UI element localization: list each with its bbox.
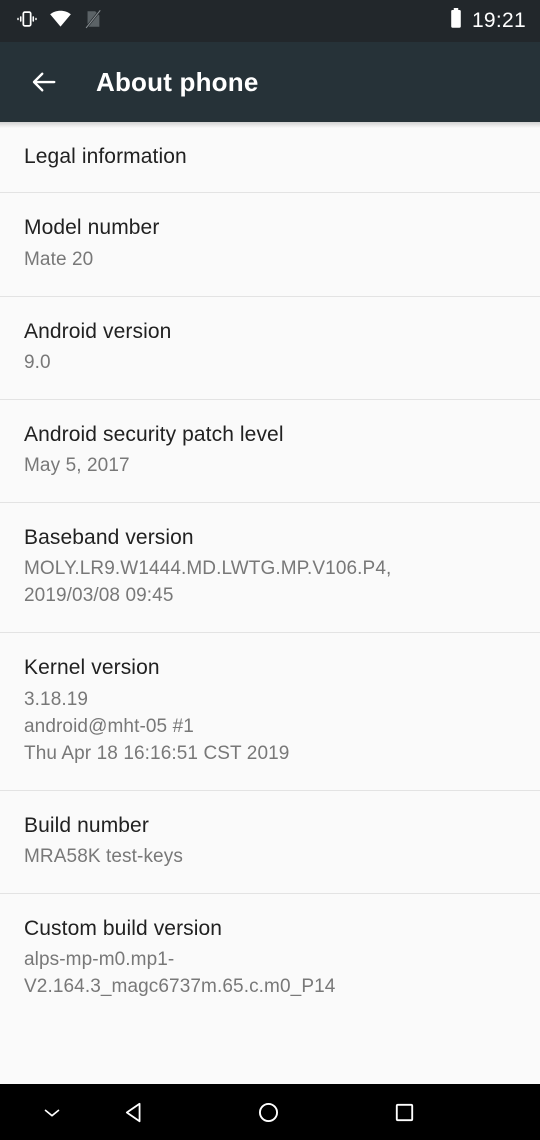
list-item-subtitle: May 5, 2017	[24, 455, 130, 477]
list-item-kernel-version[interactable]: Kernel version 3.18.19 android@mht-05 #1…	[0, 633, 540, 791]
list-item-subtitle: 9.0	[24, 351, 51, 373]
home-circle-icon[interactable]	[232, 1084, 304, 1140]
status-bar: 19:21	[0, 0, 540, 42]
navigation-bar	[0, 1084, 540, 1140]
list-item-android-security-patch-level[interactable]: Android security patch level May 5, 2017	[0, 399, 540, 504]
hide-keyboard-icon[interactable]	[16, 1084, 88, 1140]
list-item-title: Custom build version	[24, 916, 223, 940]
status-bar-clock: 19:21	[471, 8, 526, 32]
list-item-title: Kernel version	[24, 656, 160, 680]
back-arrow-icon[interactable]	[24, 62, 64, 102]
wifi-icon	[49, 7, 72, 35]
list-item-subtitle: MRA58K test-keys	[24, 845, 183, 867]
list-item-subtitle: 3.18.19 android@mht-05 #1 Thu Apr 18 16:…	[24, 688, 290, 764]
app-bar: About phone	[0, 42, 540, 122]
list-item-subtitle: MOLY.LR9.W1444.MD.LWTG.MP.V106.P4, 2019/…	[24, 558, 392, 607]
list-item-title: Baseband version	[24, 526, 194, 550]
status-bar-left-icons	[16, 7, 103, 35]
list-item-title: Legal information	[24, 145, 187, 168]
no-sim-icon	[83, 8, 103, 35]
list-item-baseband-version[interactable]: Baseband version MOLY.LR9.W1444.MD.LWTG.…	[0, 503, 540, 634]
status-bar-right: 19:21	[449, 7, 526, 35]
recents-square-icon[interactable]	[368, 1084, 440, 1140]
list-item-build-number[interactable]: Build number MRA58K test-keys	[0, 790, 540, 894]
list-item-subtitle: Mate 20	[24, 248, 94, 270]
list-item-title: Build number	[24, 813, 149, 837]
phone-screen: 19:21 About phone Legal information Mode…	[0, 0, 540, 1140]
page-title: About phone	[96, 66, 259, 97]
list-item-android-version[interactable]: Android version 9.0	[0, 296, 540, 400]
list-item-model-number[interactable]: Model number Mate 20	[0, 193, 540, 297]
list-item-custom-build-version[interactable]: Custom build version alps-mp-m0.mp1-V2.1…	[0, 893, 540, 1024]
vibrate-icon	[16, 8, 38, 35]
about-phone-list[interactable]: Legal information Model number Mate 20 A…	[0, 122, 540, 1084]
list-item-title: Model number	[24, 216, 160, 240]
list-item-title: Android security patch level	[24, 422, 284, 446]
list-item-legal-information[interactable]: Legal information	[0, 122, 540, 194]
battery-icon	[449, 7, 463, 35]
list-item-subtitle: alps-mp-m0.mp1-V2.164.3_magc6737m.65.c.m…	[24, 949, 336, 998]
list-item-title: Android version	[24, 319, 172, 343]
back-triangle-icon[interactable]	[98, 1084, 170, 1140]
